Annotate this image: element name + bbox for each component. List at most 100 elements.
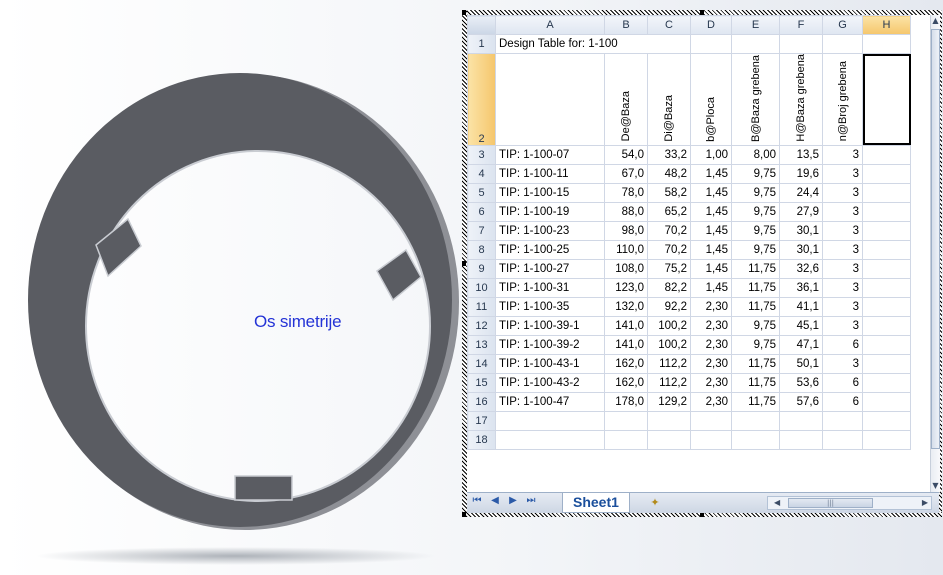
cell[interactable]	[604, 429, 648, 450]
sheet-tab-sheet1[interactable]: Sheet1	[562, 493, 630, 513]
design-table[interactable]: A B C D E F G H 1 Design Table for: 1-10…	[467, 15, 911, 450]
cell-type-name[interactable]: TIP: 1-100-39-2	[495, 334, 605, 355]
cell-de[interactable]: 88,0	[604, 201, 648, 222]
param-header-b[interactable]: b@Ploca	[690, 53, 732, 146]
cell[interactable]	[862, 201, 911, 222]
cell-n[interactable]: 6	[822, 391, 863, 412]
row-header[interactable]: 3	[467, 144, 496, 165]
cell-di[interactable]: 100,2	[647, 334, 691, 355]
resize-handle-bottom-left[interactable]	[462, 512, 466, 517]
cell-b[interactable]: 2,30	[690, 296, 732, 317]
cell[interactable]	[862, 220, 911, 241]
embedded-design-table[interactable]: A B C D E F G H 1 Design Table for: 1-10…	[462, 10, 942, 517]
cell-de[interactable]: 141,0	[604, 334, 648, 355]
cell[interactable]	[779, 429, 823, 450]
cell-h[interactable]: 41,1	[779, 296, 823, 317]
resize-handle-left-mid[interactable]	[462, 261, 466, 266]
cell-b[interactable]: 1,45	[690, 163, 732, 184]
cell[interactable]	[731, 34, 780, 54]
cell-n[interactable]: 3	[822, 144, 863, 165]
row-header[interactable]: 18	[467, 429, 496, 450]
column-header-g[interactable]: G	[822, 15, 863, 35]
cell[interactable]	[822, 429, 863, 450]
row-header[interactable]: 16	[467, 391, 496, 412]
column-header-a[interactable]: A	[495, 15, 605, 35]
cell-de[interactable]: 67,0	[604, 163, 648, 184]
column-header-b[interactable]: B	[604, 15, 648, 35]
cell-de[interactable]: 162,0	[604, 353, 648, 374]
param-header-bb[interactable]: B@Baza grebena	[731, 53, 780, 146]
row-header-2[interactable]: 2	[467, 53, 496, 146]
row-header-1[interactable]: 1	[467, 34, 496, 54]
cell-de[interactable]: 108,0	[604, 258, 648, 279]
cell[interactable]	[604, 410, 648, 431]
column-header-c[interactable]: C	[647, 15, 691, 35]
cell-bb[interactable]: 8,00	[731, 144, 780, 165]
cell-h[interactable]: 13,5	[779, 144, 823, 165]
cell-de[interactable]: 78,0	[604, 182, 648, 203]
cell-di[interactable]: 92,2	[647, 296, 691, 317]
scroll-left-icon[interactable]: ◀	[774, 497, 780, 509]
cell[interactable]	[779, 410, 823, 431]
row-header[interactable]: 6	[467, 201, 496, 222]
row-header[interactable]: 15	[467, 372, 496, 393]
cell-type-name[interactable]: TIP: 1-100-19	[495, 201, 605, 222]
cell-di[interactable]: 58,2	[647, 182, 691, 203]
last-sheet-icon[interactable]: ⏭	[525, 495, 537, 506]
cell-h[interactable]: 30,1	[779, 220, 823, 241]
prev-sheet-icon[interactable]: ◀	[489, 495, 501, 506]
cell[interactable]	[862, 258, 911, 279]
cell-de[interactable]: 98,0	[604, 220, 648, 241]
cell-type-name[interactable]: TIP: 1-100-35	[495, 296, 605, 317]
cell[interactable]	[495, 429, 605, 450]
cell[interactable]	[731, 429, 780, 450]
cell[interactable]	[862, 144, 911, 165]
cell-b[interactable]: 1,45	[690, 277, 732, 298]
cell-di[interactable]: 75,2	[647, 258, 691, 279]
cell[interactable]	[690, 34, 732, 54]
cell-di[interactable]: 100,2	[647, 315, 691, 336]
cell-type-name[interactable]: TIP: 1-100-15	[495, 182, 605, 203]
cell-n[interactable]: 3	[822, 296, 863, 317]
cell[interactable]	[690, 410, 732, 431]
param-header-di[interactable]: Di@Baza	[647, 53, 691, 146]
cell-n[interactable]: 3	[822, 239, 863, 260]
cell-b[interactable]: 1,45	[690, 258, 732, 279]
cell-di[interactable]: 70,2	[647, 239, 691, 260]
cell-n[interactable]: 6	[822, 334, 863, 355]
cell-type-name[interactable]: TIP: 1-100-27	[495, 258, 605, 279]
cell-h[interactable]: 57,6	[779, 391, 823, 412]
cell-n[interactable]: 3	[822, 277, 863, 298]
row-header[interactable]: 8	[467, 239, 496, 260]
row-header[interactable]: 14	[467, 353, 496, 374]
scroll-down-icon[interactable]: ▼	[931, 480, 940, 492]
cell-de[interactable]: 162,0	[604, 372, 648, 393]
cell-de[interactable]: 132,0	[604, 296, 648, 317]
cell-di[interactable]: 33,2	[647, 144, 691, 165]
cell-type-name[interactable]: TIP: 1-100-47	[495, 391, 605, 412]
row-header[interactable]: 11	[467, 296, 496, 317]
row-header[interactable]: 5	[467, 182, 496, 203]
param-header-h[interactable]: H@Baza grebena	[779, 53, 823, 146]
cell[interactable]	[862, 34, 911, 54]
cell[interactable]	[862, 410, 911, 431]
cell-h[interactable]: 19,6	[779, 163, 823, 184]
cell-type-name[interactable]: TIP: 1-100-11	[495, 163, 605, 184]
cell-b[interactable]: 1,45	[690, 239, 732, 260]
cell-b[interactable]: 2,30	[690, 334, 732, 355]
cell-b[interactable]: 2,30	[690, 372, 732, 393]
cell-bb[interactable]: 11,75	[731, 277, 780, 298]
cell[interactable]	[862, 239, 911, 260]
cell-b[interactable]: 2,30	[690, 315, 732, 336]
cell-de[interactable]: 110,0	[604, 239, 648, 260]
cell-h[interactable]: 45,1	[779, 315, 823, 336]
column-header-e[interactable]: E	[731, 15, 780, 35]
cell-type-name[interactable]: TIP: 1-100-31	[495, 277, 605, 298]
cell-bb[interactable]: 9,75	[731, 239, 780, 260]
cell[interactable]	[779, 34, 823, 54]
cell[interactable]	[690, 429, 732, 450]
cell-di[interactable]: 112,2	[647, 353, 691, 374]
cell-type-name[interactable]: TIP: 1-100-07	[495, 144, 605, 165]
cell-bb[interactable]: 11,75	[731, 258, 780, 279]
cell[interactable]	[862, 353, 911, 374]
